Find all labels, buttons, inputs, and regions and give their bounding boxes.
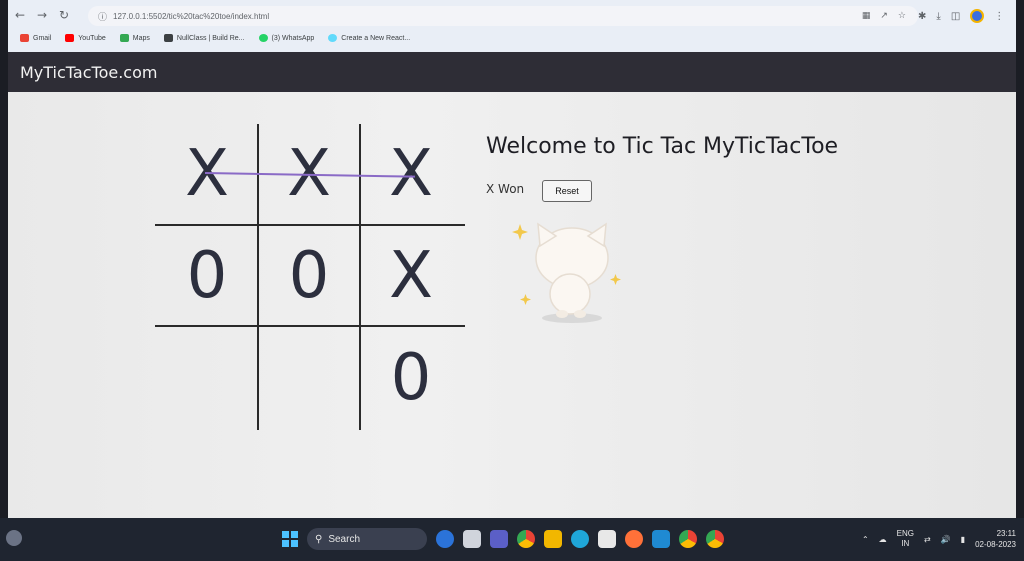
bookmarks-bar: Gmail YouTube Maps NullClass | Build Re.… bbox=[20, 30, 410, 46]
chrome-icon[interactable] bbox=[517, 530, 535, 548]
back-arrow-icon[interactable]: ← bbox=[10, 5, 30, 25]
site-brand[interactable]: MyTicTacToe.com bbox=[20, 63, 157, 82]
bookmark-gmail[interactable]: Gmail bbox=[20, 34, 51, 42]
browser-toolbar: ← → ↻ ⓘ 127.0.0.1:5502/tic%20tac%20toe/i… bbox=[8, 2, 1016, 28]
teams-chat-icon[interactable] bbox=[490, 530, 508, 548]
chrome-icon[interactable] bbox=[679, 530, 697, 548]
info-icon[interactable]: ⓘ bbox=[98, 10, 107, 23]
bing-icon[interactable] bbox=[436, 530, 454, 548]
forward-arrow-icon[interactable]: → bbox=[32, 5, 52, 25]
maps-icon bbox=[119, 34, 129, 42]
share-icon[interactable]: ↗ bbox=[880, 11, 888, 21]
omnibox-actions: ▦ ↗ ☆ bbox=[862, 6, 906, 26]
board-cell[interactable]: X bbox=[361, 226, 461, 326]
board-cell[interactable] bbox=[157, 328, 257, 428]
chevron-up-icon[interactable]: ⌃ bbox=[862, 535, 869, 544]
edge-icon[interactable] bbox=[571, 530, 589, 548]
board-cell[interactable]: 0 bbox=[157, 226, 257, 326]
file-explorer-icon[interactable] bbox=[544, 530, 562, 548]
language-indicator[interactable]: ENG IN bbox=[897, 529, 914, 549]
bookmark-youtube[interactable]: YouTube bbox=[65, 34, 106, 42]
whatsapp-icon bbox=[258, 34, 268, 42]
bookmark-maps[interactable]: Maps bbox=[119, 34, 150, 42]
game-info-panel: Welcome to Tic Tac MyTicTacToe X Won Res… bbox=[486, 134, 839, 323]
menu-dots-icon[interactable]: ⋮ bbox=[994, 11, 1004, 22]
cat-paw bbox=[556, 310, 568, 318]
bookmark-react[interactable]: Create a New React... bbox=[328, 34, 410, 42]
profile-avatar[interactable] bbox=[970, 9, 985, 23]
weather-icon[interactable] bbox=[6, 530, 22, 546]
board-cell[interactable]: 0 bbox=[259, 226, 359, 326]
address-bar[interactable]: ⓘ 127.0.0.1:5502/tic%20tac%20toe/index.h… bbox=[88, 6, 918, 26]
windows-taskbar: ⚲ Search ⌃ ☁ ENG IN ⇄ 🔊 ▮ 23:11 02-08-202… bbox=[0, 518, 1024, 561]
nullclass-icon bbox=[163, 34, 173, 42]
side-panel-icon[interactable]: ◫ bbox=[951, 11, 960, 22]
url-text: 127.0.0.1:5502/tic%20tac%20toe/index.htm… bbox=[113, 11, 270, 21]
file-explorer-alt-icon[interactable] bbox=[463, 530, 481, 548]
volume-icon[interactable]: 🔊 bbox=[941, 535, 951, 544]
onedrive-icon[interactable]: ☁ bbox=[879, 535, 887, 544]
bookmark-star-icon[interactable]: ☆ bbox=[898, 11, 906, 21]
taskbar-search[interactable]: ⚲ Search bbox=[307, 528, 427, 550]
clock[interactable]: 23:11 02-08-2023 bbox=[975, 528, 1016, 550]
network-icon[interactable]: ⇄ bbox=[924, 535, 931, 544]
sparkle-icon bbox=[610, 274, 621, 285]
browser-chrome: ← → ↻ ⓘ 127.0.0.1:5502/tic%20tac%20toe/i… bbox=[8, 0, 1016, 52]
taskbar-apps: ⚲ Search bbox=[282, 524, 724, 554]
vscode-icon[interactable] bbox=[652, 530, 670, 548]
system-tray: ⌃ ☁ ENG IN ⇄ 🔊 ▮ 23:11 02-08-2023 bbox=[862, 524, 1016, 554]
gmail-icon bbox=[20, 34, 29, 42]
download-icon[interactable]: ⤓ bbox=[936, 11, 940, 22]
extensions-icon[interactable]: ✱ bbox=[918, 11, 926, 22]
bookmark-whatsapp[interactable]: (3) WhatsApp bbox=[258, 34, 314, 42]
game-board: X X X 0 0 X 0 bbox=[155, 124, 465, 430]
game-status: X Won bbox=[486, 182, 525, 196]
react-icon bbox=[328, 34, 338, 42]
celebration-cat-gif bbox=[512, 222, 621, 323]
firefox-icon[interactable] bbox=[625, 530, 643, 548]
page-content: X X X 0 0 X 0 Welcome to Tic Tac MyTicTa… bbox=[8, 92, 1016, 518]
chrome-icon[interactable] bbox=[706, 530, 724, 548]
cat-paw bbox=[574, 310, 586, 318]
windows-start-icon[interactable] bbox=[282, 531, 298, 547]
site-navbar: MyTicTacToe.com bbox=[8, 52, 1016, 92]
status-row: X Won Reset bbox=[486, 180, 686, 202]
board-cell[interactable] bbox=[259, 328, 359, 428]
battery-icon[interactable]: ▮ bbox=[961, 535, 965, 544]
youtube-icon bbox=[65, 34, 75, 42]
search-icon: ⚲ bbox=[315, 533, 323, 545]
store-icon[interactable] bbox=[598, 530, 616, 548]
reset-button[interactable]: Reset bbox=[542, 180, 592, 202]
browser-right-tools: ✱ ⤓ ◫ ⋮ bbox=[918, 6, 1004, 26]
page-title: Welcome to Tic Tac MyTicTacToe bbox=[486, 134, 839, 159]
reload-icon[interactable]: ↻ bbox=[54, 5, 74, 25]
cat-body bbox=[549, 273, 591, 315]
translate-icon[interactable]: ▦ bbox=[862, 11, 871, 21]
sparkle-icon bbox=[512, 224, 528, 240]
bookmark-nullclass[interactable]: NullClass | Build Re... bbox=[163, 34, 245, 42]
sparkle-icon bbox=[520, 294, 531, 305]
board-cell[interactable]: 0 bbox=[361, 328, 461, 428]
